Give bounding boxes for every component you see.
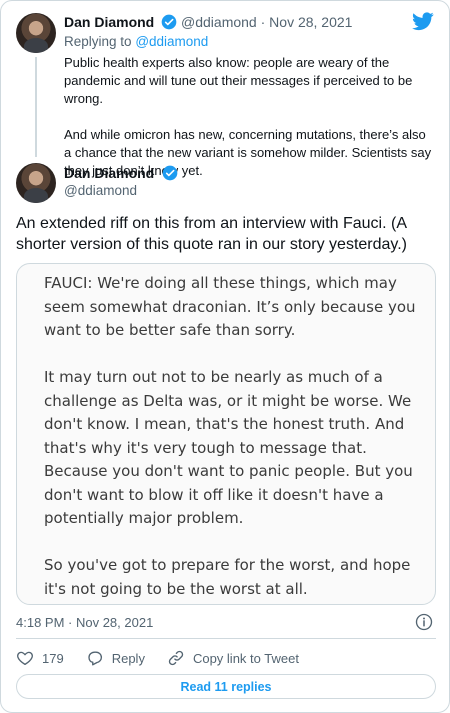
verified-badge-icon <box>162 165 178 181</box>
tweet2-text: An extended riff on this from an intervi… <box>16 215 407 253</box>
reply-icon <box>88 651 102 666</box>
author-avatar[interactable] <box>16 13 56 53</box>
tweet1-header: Dan Diamond @ddiamond · Nov 28, 2021 <box>64 14 352 30</box>
author-name[interactable]: Dan Diamond <box>64 14 154 30</box>
author-handle[interactable]: @ddiamond <box>181 14 257 30</box>
tweet-timestamp[interactable]: 4:18 PM · Nov 28, 2021 <box>16 615 153 630</box>
info-icon[interactable] <box>415 613 433 631</box>
read-replies-button[interactable]: Read 11 replies <box>16 674 436 699</box>
image-quote-paragraph: It may turn out not to be nearly as much… <box>44 368 413 527</box>
author-avatar[interactable] <box>16 163 56 203</box>
tweet-image[interactable]: FAUCI: We're doing all these things, whi… <box>16 263 436 605</box>
reply-label: Reply <box>111 650 145 666</box>
copy-link-label: Copy link to Tweet <box>192 650 299 666</box>
reply-button[interactable]: Reply <box>86 649 145 667</box>
like-button[interactable]: 179 <box>16 649 64 667</box>
tweet2-author: Dan Diamond <box>64 165 178 183</box>
twitter-logo-icon[interactable] <box>412 12 434 31</box>
copy-link-button[interactable]: Copy link to Tweet <box>167 649 299 667</box>
tweet-embed-card: Dan Diamond @ddiamond · Nov 28, 2021 Rep… <box>0 0 450 713</box>
replying-to: Replying to @ddiamond <box>64 34 208 49</box>
tweet1-paragraph: Public health experts also know: people … <box>64 55 413 106</box>
image-quote-paragraph: So you've got to prepare for the worst, … <box>44 556 411 598</box>
replying-to-handle[interactable]: @ddiamond <box>135 34 208 49</box>
thread-connector-line <box>35 57 37 157</box>
verified-badge-icon <box>161 14 177 30</box>
replying-to-label: Replying to <box>64 34 132 49</box>
divider <box>16 638 436 639</box>
author-name[interactable]: Dan Diamond <box>64 165 154 181</box>
heart-icon <box>17 651 33 666</box>
link-icon <box>168 650 184 666</box>
tweet-date[interactable]: Nov 28, 2021 <box>269 14 352 30</box>
separator-dot: · <box>260 14 266 30</box>
image-quote-paragraph: FAUCI: We're doing all these things, whi… <box>44 274 416 339</box>
author-handle[interactable]: @ddiamond <box>64 183 137 198</box>
like-count: 179 <box>42 650 64 666</box>
tweet-actions: 179 Reply Copy link to Tweet <box>16 648 321 668</box>
